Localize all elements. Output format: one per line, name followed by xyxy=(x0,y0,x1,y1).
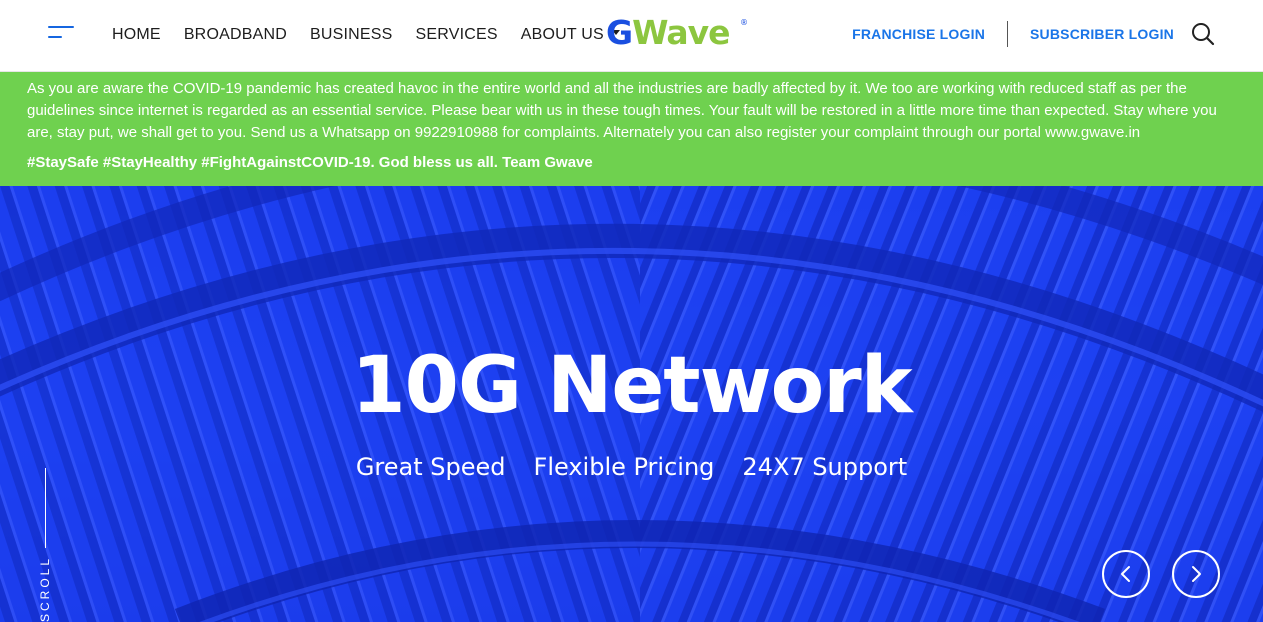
nav-home[interactable]: HOME xyxy=(112,26,161,44)
header-actions: FRANCHISE LOGIN SUBSCRIBER LOGIN xyxy=(852,18,1216,50)
search-icon[interactable] xyxy=(1190,21,1216,47)
gwave-logo[interactable]: GWave ® xyxy=(606,12,750,54)
site-header: HOME BROADBAND BUSINESS SERVICES ABOUT U… xyxy=(0,0,1263,72)
slider-next-button[interactable] xyxy=(1172,550,1220,598)
nav-about-us[interactable]: ABOUT US xyxy=(521,26,620,44)
chevron-right-icon xyxy=(1192,566,1201,582)
feature-24x7-support: 24X7 Support xyxy=(742,453,908,481)
logo-letter-g: G xyxy=(606,13,633,52)
feature-flexible-pricing: Flexible Pricing xyxy=(533,453,715,481)
nav-services[interactable]: SERVICES xyxy=(415,26,497,44)
header-divider xyxy=(1007,21,1008,47)
main-nav: HOME BROADBAND BUSINESS SERVICES ABOUT U… xyxy=(112,24,643,46)
hamburger-menu-icon[interactable] xyxy=(44,22,78,44)
slider-prev-button[interactable] xyxy=(1102,550,1150,598)
feature-great-speed: Great Speed xyxy=(355,453,506,481)
nav-broadband[interactable]: BROADBAND xyxy=(184,26,287,44)
scroll-line xyxy=(45,468,46,548)
nav-about-us-label: ABOUT US xyxy=(520,26,604,43)
hero-title: 10G Network xyxy=(351,341,912,431)
scroll-indicator[interactable]: SCROLL xyxy=(30,468,62,622)
franchise-login-link[interactable]: FRANCHISE LOGIN xyxy=(852,26,985,42)
menu-line-top xyxy=(48,26,74,28)
notice-hashtags: #StaySafe #StayHealthy #FightAgainstCOVI… xyxy=(27,154,593,171)
registered-mark: ® xyxy=(740,18,748,27)
hero-features: Great Speed Flexible Pricing 24X7 Suppor… xyxy=(0,450,1263,484)
logo-letters-wave: Wave xyxy=(632,13,730,52)
nav-business[interactable]: BUSINESS xyxy=(310,26,393,44)
logo-wordmark: GWave xyxy=(606,12,730,54)
subscriber-login-link[interactable]: SUBSCRIBER LOGIN xyxy=(1030,26,1174,42)
notice-text: As you are aware the COVID-19 pandemic h… xyxy=(27,80,1217,141)
covid-notice-banner: As you are aware the COVID-19 pandemic h… xyxy=(0,72,1263,186)
scroll-label: SCROLL xyxy=(38,555,52,622)
chevron-left-icon xyxy=(1121,566,1130,582)
hero-slider: 10G Network Great Speed Flexible Pricing… xyxy=(0,186,1263,622)
menu-line-bottom xyxy=(48,36,62,38)
